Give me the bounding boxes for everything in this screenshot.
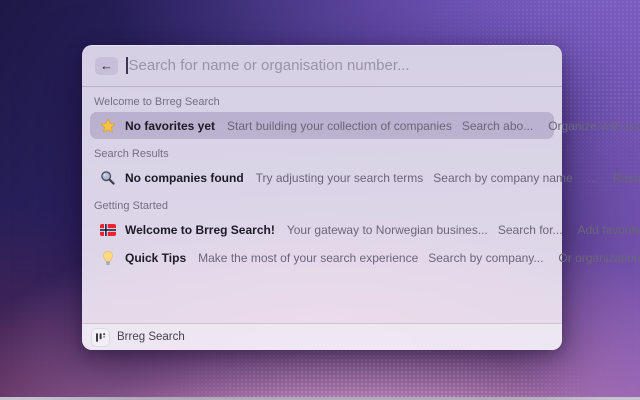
- item-title: No companies found: [125, 170, 244, 185]
- search-input[interactable]: [128, 57, 549, 74]
- list-item-welcome[interactable]: Welcome to Brreg Search! Your gateway to…: [90, 216, 640, 243]
- item-subtitle: Start building your collection of compan…: [227, 118, 452, 133]
- back-arrow-icon: ←: [100, 58, 113, 73]
- item-title: Welcome to Brreg Search!: [125, 222, 275, 237]
- item-subtitle: Try adjusting your search terms: [255, 170, 424, 185]
- item-accessory: Search by company name: [433, 170, 573, 185]
- list-item-no-favorites[interactable]: No favorites yet Start building your col…: [90, 112, 640, 139]
- item-accessory: Search by company...: [428, 250, 544, 265]
- item-accessory: Search for...: [497, 222, 563, 237]
- magnifier-icon: [100, 170, 116, 186]
- item-accessory-right: Or organization number: [558, 250, 640, 265]
- item-accessory: ...: [587, 170, 598, 185]
- section-header-getting-started: Getting Started: [94, 200, 168, 212]
- list-item-no-companies[interactable]: No companies found Try adjusting your se…: [90, 164, 640, 191]
- item-title: No favorites yet: [125, 118, 216, 133]
- section-header-welcome: Welcome to Brreg Search: [94, 96, 220, 108]
- app-name-label: Brreg Search: [117, 331, 185, 343]
- item-subtitle: Your gateway to Norwegian busines...: [286, 222, 488, 237]
- back-button[interactable]: ←: [95, 56, 118, 75]
- item-accessory-right: Results appear here: [612, 170, 640, 185]
- item-accessory: Search abo...: [461, 118, 534, 133]
- section-header-search-results: Search Results: [94, 148, 169, 160]
- item-title: Quick Tips: [125, 250, 187, 265]
- brreg-logo-icon: [92, 328, 109, 346]
- search-bar: ←: [82, 45, 562, 86]
- list-item-quick-tips[interactable]: Quick Tips Make the most of your search …: [90, 244, 640, 271]
- item-accessory-right: Organize with custom emojis: [548, 118, 640, 133]
- results-list: Welcome to Brreg Search No favorites yet…: [82, 96, 640, 271]
- item-subtitle: Make the most of your search experience: [198, 250, 419, 265]
- launcher-window: ← Welcome to Brreg Search No favorites y…: [82, 45, 640, 350]
- search-divider: [82, 86, 562, 87]
- text-cursor: [126, 57, 128, 74]
- star-icon: [100, 118, 116, 134]
- item-accessory-right: Add favorites with ⌘F: [577, 222, 640, 237]
- norway-flag-icon: [100, 222, 116, 238]
- lightbulb-icon: [100, 250, 116, 266]
- status-bar: Brreg Search: [82, 323, 562, 350]
